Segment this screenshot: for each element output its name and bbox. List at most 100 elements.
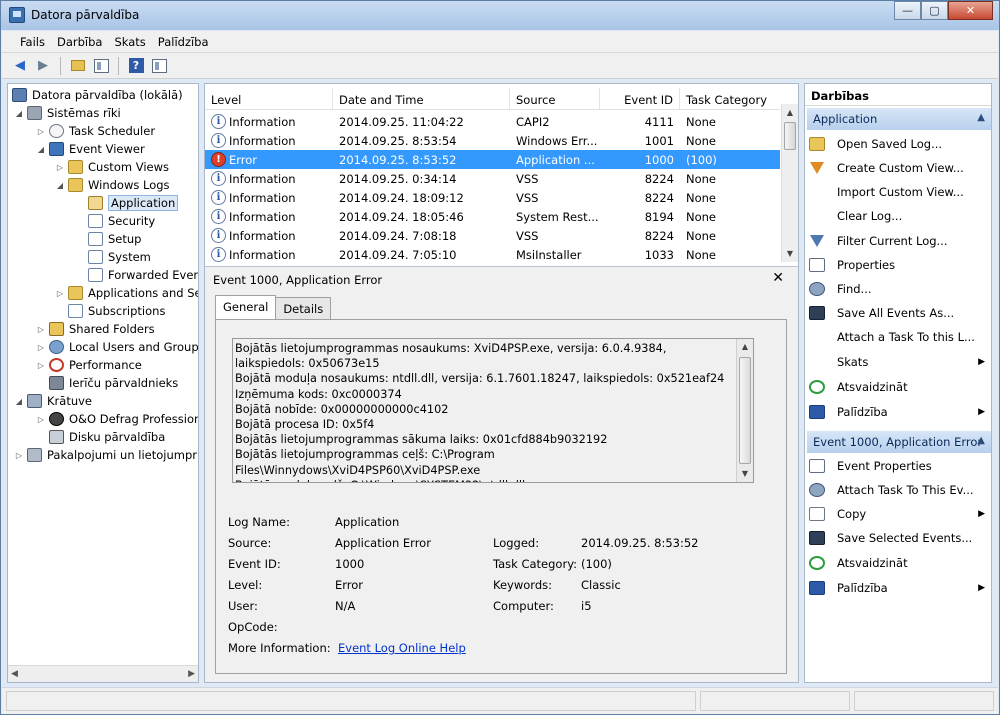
actions-group-event[interactable]: Event 1000, Application Error ▲: [807, 431, 991, 453]
scroll-down-icon[interactable]: ▼: [737, 466, 753, 482]
action-clear-log[interactable]: Clear Log...: [809, 206, 989, 226]
action-import-custom-view[interactable]: Import Custom View...: [809, 182, 989, 202]
tree-item-device-manager[interactable]: Ierīču pārvaldnieks: [49, 374, 178, 392]
tree-item-custom-views[interactable]: ▷ Custom Views: [55, 158, 169, 176]
table-row[interactable]: ! Error 2014.09.25. 8:53:52 Application ...…: [205, 150, 780, 169]
tree-item-windows-logs[interactable]: ◢ Windows Logs: [55, 176, 170, 194]
collapse-icon[interactable]: ◢: [55, 181, 65, 190]
maximize-button[interactable]: ▢: [921, 1, 948, 20]
help-button[interactable]: ?: [126, 56, 146, 76]
tree-item-storage[interactable]: ◢ Krātuve: [14, 392, 92, 410]
tree-item-shared-folders[interactable]: ▷ Shared Folders: [36, 320, 155, 338]
tree-item-oo-defrag[interactable]: ▷ O&O Defrag Profession: [36, 410, 198, 428]
event-description-box[interactable]: Bojātās lietojumprogrammas nosaukums: Xv…: [232, 338, 754, 483]
collapse-up-icon[interactable]: ▲: [977, 112, 985, 123]
tree-item-system-tools[interactable]: ◢ Sistēmas rīki: [14, 104, 121, 122]
show-hide-action-pane-button[interactable]: [149, 56, 169, 76]
expand-icon[interactable]: ▷: [36, 343, 46, 352]
event-log-online-help-link[interactable]: Event Log Online Help: [338, 641, 466, 655]
action-copy[interactable]: Copy ▶: [809, 504, 989, 524]
tree-item-system[interactable]: System: [88, 248, 151, 266]
tree-item-event-viewer[interactable]: ◢ Event Viewer: [36, 140, 145, 158]
action-attach-task-to-log[interactable]: Attach a Task To this L...: [809, 327, 989, 347]
action-refresh[interactable]: Atsvaidzināt: [809, 377, 989, 397]
table-row[interactable]: i Information 2014.09.24. 7:05:10 MsiInstal…: [205, 245, 780, 264]
action-properties[interactable]: Properties: [809, 255, 989, 275]
menu-help[interactable]: Palīdzība: [152, 31, 215, 52]
table-row[interactable]: i Information 2014.09.24. 18:05:46 System R…: [205, 207, 780, 226]
column-task-category[interactable]: Task Category: [680, 88, 780, 110]
action-attach-task-to-event[interactable]: Attach Task To This Ev...: [809, 480, 989, 500]
tree-item-setup[interactable]: Setup: [88, 230, 141, 248]
expand-icon[interactable]: ▷: [55, 163, 65, 172]
expand-icon[interactable]: ▷: [14, 451, 24, 460]
expand-icon[interactable]: ▷: [36, 415, 46, 424]
column-event-id[interactable]: Event ID: [600, 88, 680, 110]
table-row[interactable]: i Information 2014.09.24. 7:08:18 VSS 8224 No…: [205, 226, 780, 245]
scroll-left-icon[interactable]: ◀: [11, 669, 18, 679]
collapse-icon[interactable]: ◢: [36, 145, 46, 154]
action-open-saved-log[interactable]: Open Saved Log...: [809, 134, 989, 154]
action-save-all-events[interactable]: Save All Events As...: [809, 303, 989, 323]
actions-group-application[interactable]: Application ▲: [807, 108, 991, 130]
title-bar[interactable]: Datora pārvaldība — ▢ ✕: [1, 1, 999, 30]
tree-item-applications-and-services[interactable]: ▷ Applications and Se: [55, 284, 198, 302]
action-create-custom-view[interactable]: Create Custom View...: [809, 158, 989, 178]
tree-item-services-and-applications[interactable]: ▷ Pakalpojumi un lietojumpr: [14, 446, 197, 464]
tree-item-application[interactable]: Application: [88, 194, 179, 212]
tree-horizontal-scrollbar[interactable]: ◀ ▶: [8, 665, 198, 682]
tree-item-disk-management[interactable]: Disku pārvaldība: [49, 428, 165, 446]
column-level[interactable]: Level: [205, 88, 333, 110]
action-refresh-event[interactable]: Atsvaidzināt: [809, 553, 989, 573]
tree-item-performance[interactable]: ▷ Performance: [36, 356, 142, 374]
action-help-event[interactable]: Palīdzība ▶: [809, 578, 989, 598]
action-find[interactable]: Find...: [809, 279, 989, 299]
description-scrollbar[interactable]: ▲ ▼: [736, 339, 753, 482]
tree-item-task-scheduler[interactable]: ▷ Task Scheduler: [36, 122, 155, 140]
collapse-icon[interactable]: ◢: [14, 397, 24, 406]
expand-icon[interactable]: ▷: [55, 289, 65, 298]
scroll-up-icon[interactable]: ▲: [782, 104, 798, 121]
scroll-thumb[interactable]: [739, 357, 751, 464]
scroll-thumb[interactable]: [784, 122, 796, 150]
scroll-right-icon[interactable]: ▶: [188, 669, 195, 679]
tree-item-computer-management[interactable]: Datora pārvaldība (lokālā): [12, 86, 183, 104]
menu-action[interactable]: Darbība: [51, 31, 108, 52]
cell-date: 2014.09.25. 11:04:22: [339, 114, 464, 129]
collapse-up-icon[interactable]: ▲: [977, 435, 985, 446]
tree-item-local-users[interactable]: ▷ Local Users and Groups: [36, 338, 198, 356]
action-save-selected-events[interactable]: Save Selected Events...: [809, 528, 989, 548]
tree-item-subscriptions[interactable]: Subscriptions: [68, 302, 165, 320]
scroll-up-icon[interactable]: ▲: [737, 339, 753, 355]
action-event-properties[interactable]: Event Properties: [809, 456, 989, 476]
tab-details[interactable]: Details: [275, 297, 332, 319]
up-folder-button[interactable]: [68, 56, 88, 76]
expand-icon[interactable]: ▷: [36, 127, 46, 136]
scroll-down-icon[interactable]: ▼: [782, 245, 798, 262]
tree-item-security[interactable]: Security: [88, 212, 155, 230]
tab-general[interactable]: General: [215, 295, 277, 319]
expand-icon[interactable]: ▷: [36, 325, 46, 334]
close-button[interactable]: ✕: [948, 1, 993, 20]
tree-item-forwarded-events[interactable]: Forwarded Events: [88, 266, 198, 284]
action-view[interactable]: Skats ▶: [809, 352, 989, 372]
column-source[interactable]: Source: [510, 88, 600, 110]
event-id-value: 1000: [335, 557, 365, 571]
menu-file[interactable]: Fails: [14, 31, 51, 52]
close-icon[interactable]: ✕: [772, 270, 784, 286]
column-date-time[interactable]: Date and Time: [333, 88, 510, 110]
forward-arrow-icon[interactable]: ▶: [33, 56, 53, 76]
table-row[interactable]: i Information 2014.09.25. 11:04:22 CAPI2 411…: [205, 112, 780, 131]
collapse-icon[interactable]: ◢: [14, 109, 24, 118]
expand-icon[interactable]: ▷: [36, 361, 46, 370]
event-list-scrollbar[interactable]: ▲ ▼: [781, 104, 798, 262]
minimize-button[interactable]: —: [894, 1, 921, 20]
table-row[interactable]: i Information 2014.09.25. 8:53:54 Windows E…: [205, 131, 780, 150]
table-row[interactable]: i Information 2014.09.25. 0:34:14 VSS 8224 No…: [205, 169, 780, 188]
action-help[interactable]: Palīdzība ▶: [809, 402, 989, 422]
table-row[interactable]: i Information 2014.09.24. 18:09:12 VSS 8224 N…: [205, 188, 780, 207]
show-hide-tree-button[interactable]: [91, 56, 111, 76]
action-filter-current-log[interactable]: Filter Current Log...: [809, 231, 989, 251]
menu-view[interactable]: Skats: [108, 31, 151, 52]
back-arrow-icon[interactable]: ◀: [10, 56, 30, 76]
